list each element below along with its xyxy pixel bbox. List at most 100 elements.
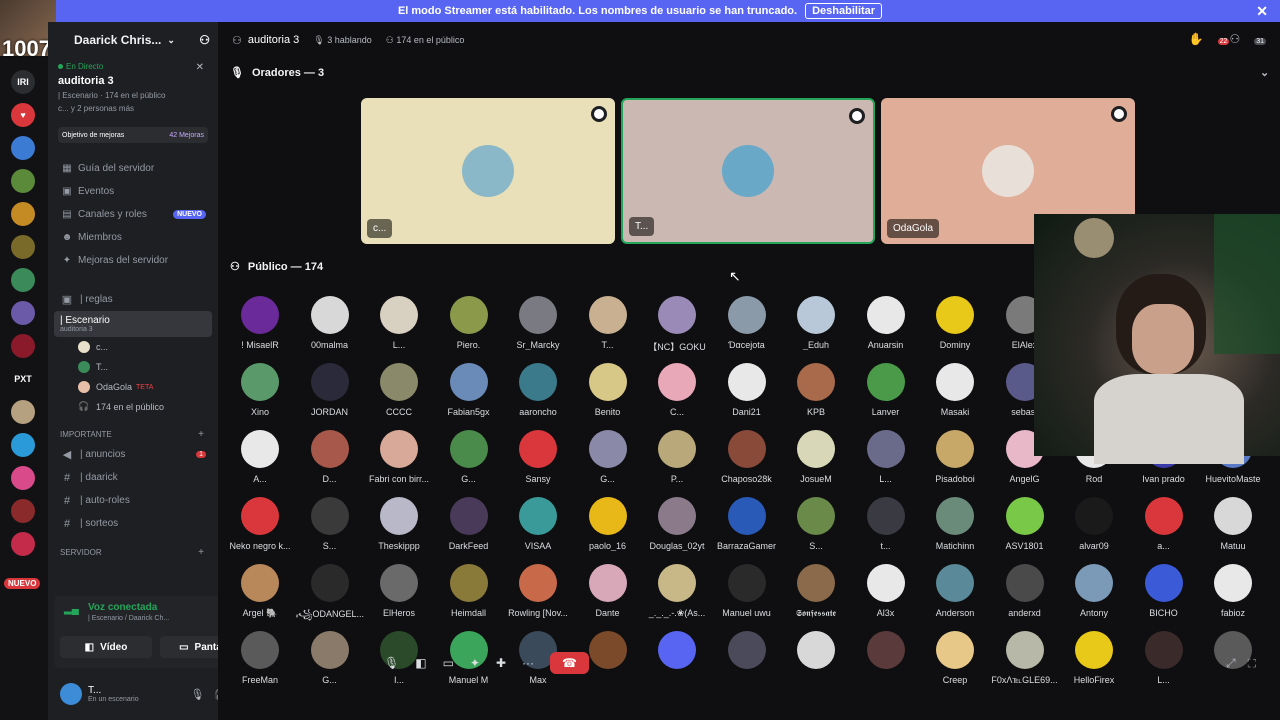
channel-rules[interactable]: ▣ | reglas xyxy=(48,288,218,311)
audience-member[interactable]: aaroncho xyxy=(504,363,572,417)
disable-streamer-button[interactable]: Deshabilitar xyxy=(805,3,883,19)
stage-user[interactable]: c... xyxy=(48,337,218,357)
channel-item[interactable]: ◀ | anuncios 1 xyxy=(48,443,218,466)
topbar-actions[interactable]: ✋ 22 ⚇ 31 xyxy=(1189,32,1266,46)
invite-icon[interactable]: ✚ xyxy=(496,656,506,670)
menu-item[interactable]: ▣ Eventos xyxy=(48,180,218,203)
close-icon[interactable]: ✕ xyxy=(1256,3,1268,20)
window-actions[interactable]: ⤢⛶ xyxy=(1226,656,1268,671)
audience-member[interactable]: Lanver xyxy=(852,363,920,417)
audience-member[interactable]: VISAA xyxy=(504,497,572,551)
server-icon[interactable] xyxy=(11,433,35,457)
audience-member[interactable]: Xino xyxy=(226,363,294,417)
audience-member[interactable]: ElHeros xyxy=(365,564,433,618)
stage-user[interactable]: OdaGola TETA xyxy=(48,377,218,397)
mic-icon[interactable]: 🎙 xyxy=(384,656,399,670)
audience-member[interactable]: HelloFirex xyxy=(1060,631,1128,685)
invite-icon[interactable]: ⚇ xyxy=(199,33,210,47)
audience-member[interactable]: Chaposo28k xyxy=(713,430,781,484)
audience-member[interactable]: G... xyxy=(296,631,364,685)
audience-member[interactable]: Manuel uwu xyxy=(713,564,781,618)
audience-member[interactable]: ᵥ꧁ODANGEL... xyxy=(296,564,364,626)
audience-member[interactable] xyxy=(713,631,781,675)
channel-stage[interactable]: | Escenario auditoria 3 xyxy=(54,311,212,337)
audience-member[interactable]: Masaki xyxy=(921,363,989,417)
audience-member[interactable]: Fabri con birr... xyxy=(365,430,433,484)
audience-member[interactable]: Theskippp xyxy=(365,497,433,551)
audience-member[interactable]: JosueM xyxy=(782,430,850,484)
screen-share-icon[interactable]: ▭ xyxy=(443,656,454,670)
menu-item[interactable]: ✦ Mejoras del servidor xyxy=(48,249,218,272)
audience-member[interactable]: Neko negro k... xyxy=(226,497,294,551)
audience-member[interactable]: Dani21 xyxy=(713,363,781,417)
video-button[interactable]: ◧ Vídeo xyxy=(60,636,152,658)
audience-member[interactable]: Douglas_02yt xyxy=(643,497,711,551)
audience-member[interactable]: a... xyxy=(1130,497,1198,551)
server-icon[interactable]: ♥ xyxy=(11,103,35,127)
menu-item[interactable]: ▦ Guía del servidor xyxy=(48,157,218,180)
video-icon[interactable]: ◧ xyxy=(415,656,426,670)
server-icon[interactable] xyxy=(11,235,35,259)
server-icon[interactable] xyxy=(11,136,35,160)
audience-member[interactable]: Antony xyxy=(1060,564,1128,618)
audience-member[interactable] xyxy=(782,631,850,675)
speaker-tile[interactable]: c... xyxy=(361,98,615,244)
audience-member[interactable]: F0xΛ℡GLE69... xyxy=(991,631,1059,686)
audience-member[interactable]: Fabian5gx xyxy=(435,363,503,417)
audience-member[interactable]: Ɗαcejota xyxy=(713,296,781,350)
audience-member[interactable]: C... xyxy=(643,363,711,417)
server-icon[interactable]: IRI xyxy=(11,70,35,94)
channel-item[interactable]: # | auto-roles xyxy=(48,489,218,512)
audience-member[interactable]: FreeMan xyxy=(226,631,294,685)
audience-member[interactable]: Benito xyxy=(574,363,642,417)
channel-item[interactable]: # | daarick xyxy=(48,466,218,489)
speaker-tile[interactable]: T... xyxy=(621,98,875,244)
audience-member[interactable]: BICHO xyxy=(1130,564,1198,618)
audience-member[interactable]: _._._.-.❀(As... xyxy=(643,564,711,619)
live-stage-card[interactable]: En Directo auditoria 3 | Escenario · 174… xyxy=(54,58,210,119)
chevron-down-icon[interactable]: ⌄ xyxy=(1260,66,1269,79)
category-server[interactable]: SERVIDOR + xyxy=(48,543,218,561)
stage-user[interactable]: T... xyxy=(48,357,218,377)
menu-item[interactable]: ☻ Miembros xyxy=(48,226,218,249)
audience-member[interactable]: t... xyxy=(852,497,920,551)
audience-member[interactable]: Sansy xyxy=(504,430,572,484)
audience-member[interactable]: Rowling [Nov... xyxy=(504,564,572,618)
channel-item[interactable]: # | sorteos xyxy=(48,512,218,535)
audience-member[interactable]: anderxd xyxy=(991,564,1059,618)
category-important[interactable]: IMPORTANTE + xyxy=(48,425,218,443)
audience-member[interactable]: Dante xyxy=(574,564,642,618)
audience-member[interactable]: BarrazaGamer xyxy=(713,497,781,551)
audience-member[interactable]: KPB xyxy=(782,363,850,417)
audience-member[interactable]: ASV1801 xyxy=(991,497,1059,551)
audience-member[interactable]: Creep xyxy=(921,631,989,685)
server-icon[interactable] xyxy=(11,334,35,358)
audience-member[interactable]: alvar09 xyxy=(1060,497,1128,551)
avatar[interactable] xyxy=(60,683,82,705)
audience-member[interactable]: Piero. xyxy=(435,296,503,350)
server-icon[interactable] xyxy=(11,169,35,193)
server-icon[interactable] xyxy=(11,202,35,226)
audience-member[interactable]: A... xyxy=(226,430,294,484)
audience-member[interactable]: D... xyxy=(296,430,364,484)
audience-member[interactable]: Argel 🐘 xyxy=(226,564,294,619)
audience-member[interactable] xyxy=(852,631,920,675)
audience-member[interactable]: Al3x xyxy=(852,564,920,618)
audience-member[interactable]: G... xyxy=(435,430,503,484)
stage-audience[interactable]: 🎧 174 en el público xyxy=(48,397,218,417)
close-icon[interactable]: ✕ xyxy=(196,62,204,73)
server-header[interactable]: Daarick Chris... ⌄ ⚇ xyxy=(48,22,218,58)
audience-member[interactable]: 𝕾𝖔𝖓𝖋𝖊𝖘𝖘𝖆𝖙𝖊 xyxy=(782,564,850,619)
user-controls[interactable]: 🎙🎧⚙ xyxy=(190,688,218,701)
audience-member[interactable]: _Eduh xyxy=(782,296,850,350)
audience-member[interactable]: fabioz xyxy=(1199,564,1267,618)
screen-share-button[interactable]: ▭Pantalla xyxy=(160,636,218,658)
audience-member[interactable]: paolo_16 xyxy=(574,497,642,551)
audience-member[interactable]: Anderson xyxy=(921,564,989,618)
audience-member[interactable]: T... xyxy=(574,296,642,350)
audience-member[interactable]: CCCC xyxy=(365,363,433,417)
hangup-button[interactable]: ☎ xyxy=(550,652,589,674)
server-icon[interactable] xyxy=(11,301,35,325)
audience-member[interactable]: Matichinn xyxy=(921,497,989,551)
audience-member[interactable]: 00malma xyxy=(296,296,364,350)
